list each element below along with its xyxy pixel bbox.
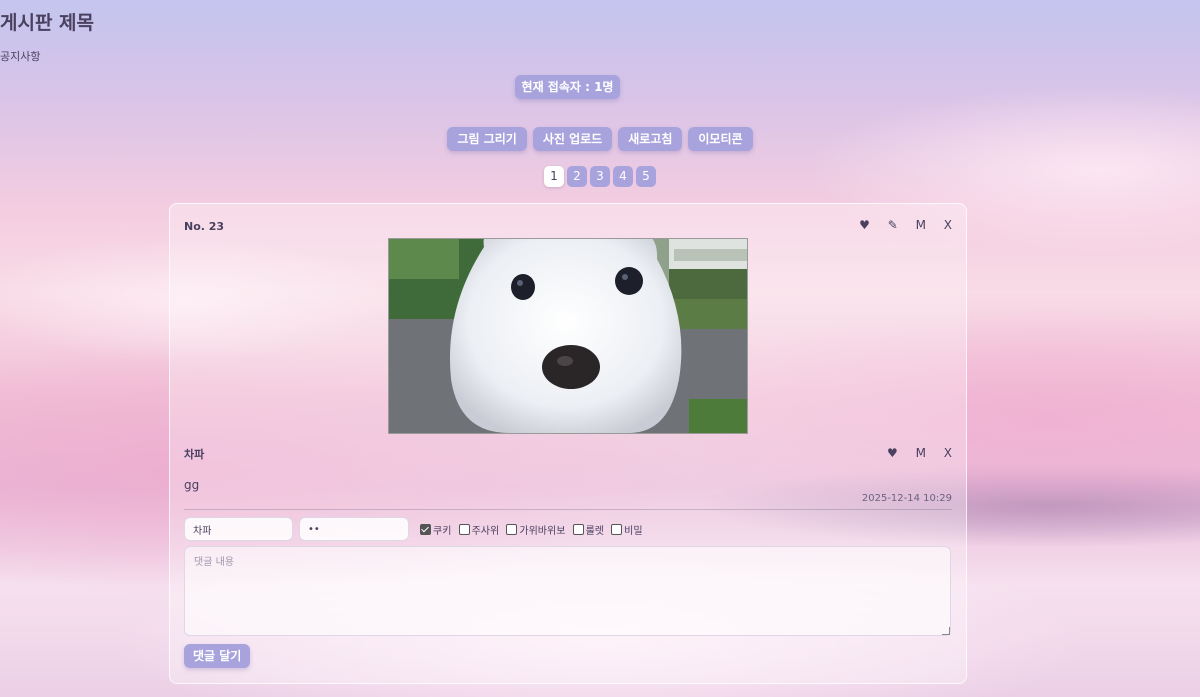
password-input[interactable] (299, 517, 409, 541)
puppy-photo (389, 239, 747, 433)
secret-checkbox[interactable]: 비밀 (611, 522, 643, 537)
post-card: No. 23 ♥ ✎ M X 차파 ♥ M X gg 2025-12-14 10… (169, 203, 967, 684)
option-label: 쿠키 (433, 526, 452, 537)
page-2-button[interactable]: 2 (567, 166, 587, 187)
page-title: 게시판 제목 (0, 12, 95, 34)
page-1-button[interactable]: 1 (544, 166, 564, 187)
post-image (388, 238, 748, 434)
refresh-button[interactable]: 새로고침 (618, 127, 683, 151)
emoticon-button[interactable]: 이모티콘 (688, 127, 753, 151)
comment-text: gg (184, 478, 200, 492)
option-label: 룰렛 (585, 526, 604, 537)
comment-author: 차파 (184, 448, 205, 461)
divider (184, 509, 952, 510)
option-label: 주사위 (471, 526, 500, 537)
checkbox-checked-icon (420, 524, 431, 535)
option-label: 비밀 (624, 526, 643, 537)
roulette-checkbox[interactable]: 룰렛 (572, 522, 604, 537)
toolbar: 그림 그리기 사진 업로드 새로고침 이모티콘 (0, 127, 1200, 151)
draw-button[interactable]: 그림 그리기 (447, 127, 527, 151)
dice-checkbox[interactable]: 주사위 (458, 522, 500, 537)
page-5-button[interactable]: 5 (636, 166, 656, 187)
online-users-badge: 현재 접속자 : 1명 (515, 75, 620, 99)
notice-text: 공지사항 (0, 50, 41, 63)
comment-actions: ♥ M X (873, 446, 952, 460)
like-icon[interactable]: ♥ (859, 218, 870, 232)
submit-comment-button[interactable]: 댓글 달기 (184, 644, 251, 668)
checkbox-icon (572, 524, 584, 535)
move-button[interactable]: M (916, 218, 926, 232)
option-label: 가위바위보 (519, 526, 566, 537)
checkbox-icon (506, 524, 518, 535)
resize-handle-icon[interactable] (942, 627, 950, 635)
comment-textarea[interactable] (184, 546, 951, 636)
comment-timestamp: 2025-12-14 10:29 (861, 493, 952, 504)
pagination: 1 2 3 4 5 (0, 166, 1200, 187)
checkbox-icon (611, 524, 623, 535)
edit-pencil-icon[interactable]: ✎ (888, 218, 898, 232)
post-actions: ♥ ✎ M X (845, 218, 952, 232)
rock-paper-scissors-checkbox[interactable]: 가위바위보 (506, 522, 565, 537)
checkbox-icon (458, 524, 470, 535)
comment-move-button[interactable]: M (916, 446, 926, 460)
comment-options: 쿠키 주사위 가위바위보 룰렛 비밀 (420, 522, 647, 537)
post-number: No. 23 (184, 220, 225, 233)
comment-delete-button[interactable]: X (944, 446, 952, 460)
upload-photo-button[interactable]: 사진 업로드 (532, 127, 613, 151)
page-3-button[interactable]: 3 (590, 166, 610, 187)
comment-like-icon[interactable]: ♥ (887, 446, 898, 460)
delete-button[interactable]: X (944, 218, 952, 232)
cookie-checkbox[interactable]: 쿠키 (420, 522, 451, 537)
page-4-button[interactable]: 4 (613, 166, 633, 187)
name-input[interactable] (184, 517, 293, 541)
